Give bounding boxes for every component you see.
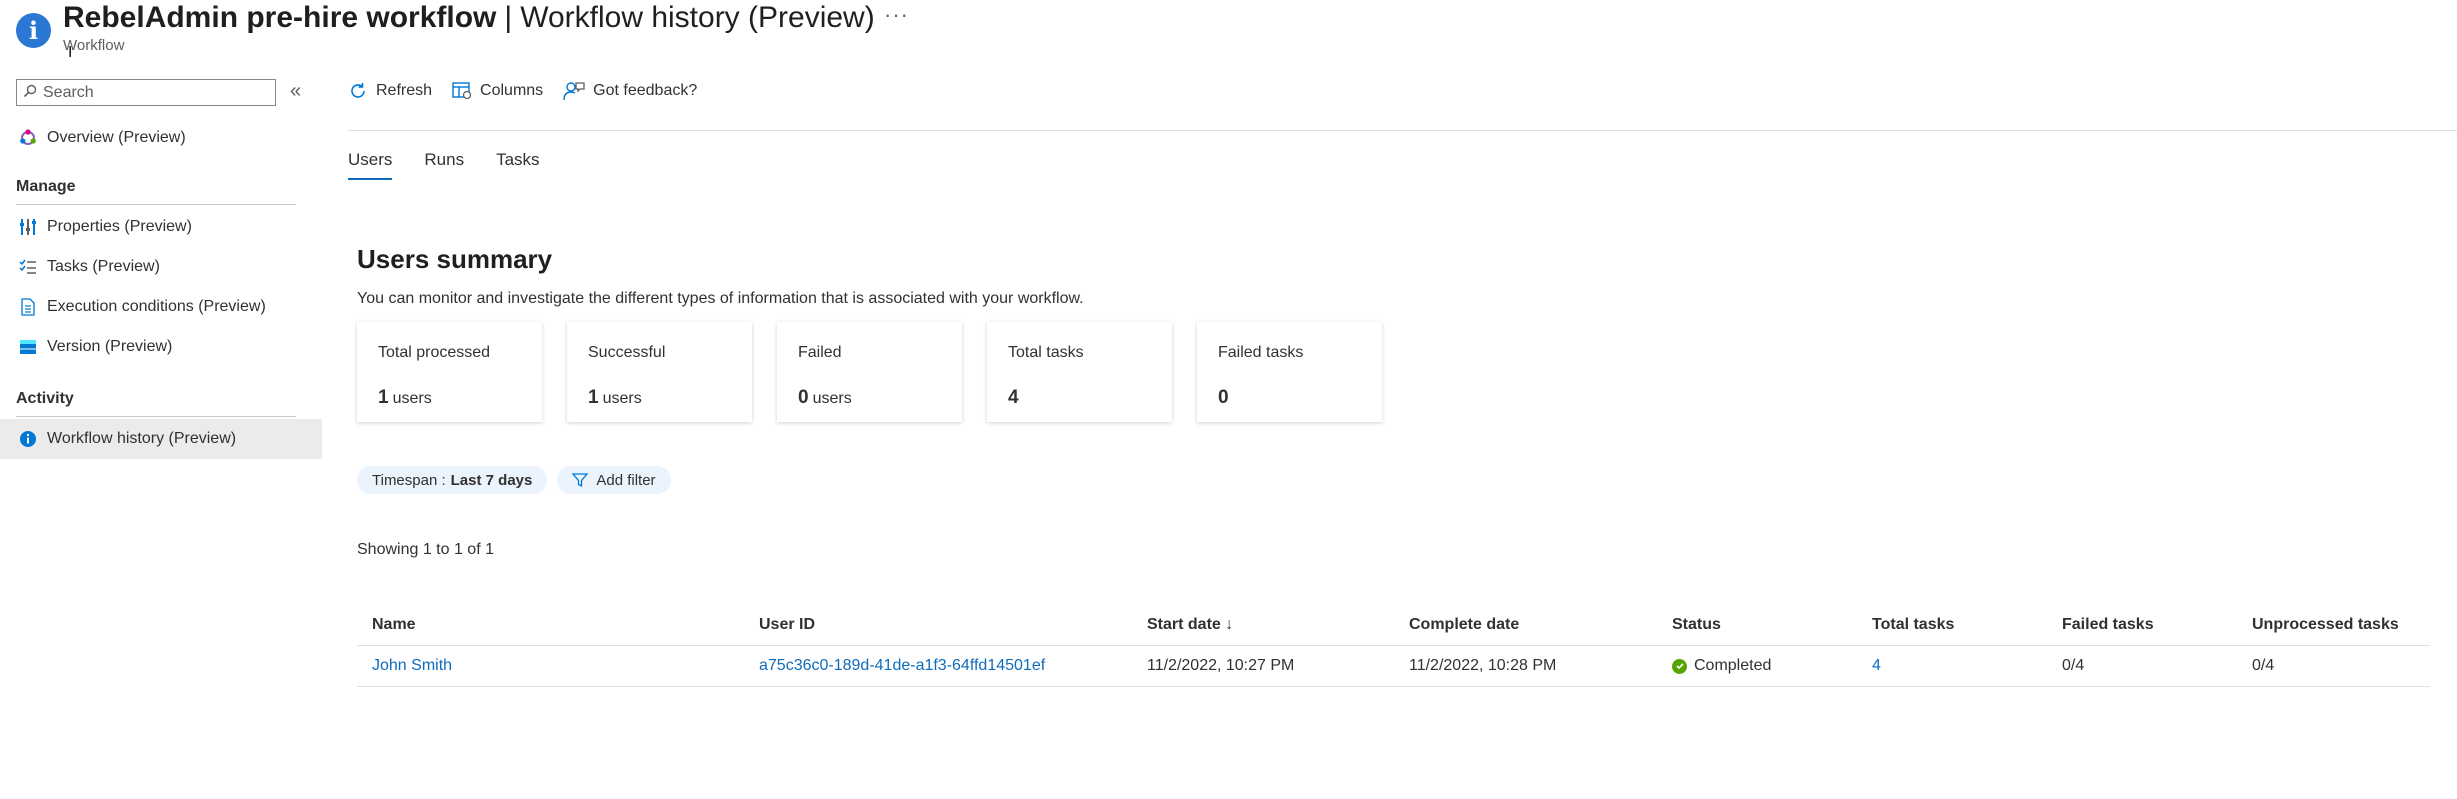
tab-bar: Users Runs Tasks xyxy=(348,150,572,180)
card-value: 4 xyxy=(1008,387,1019,408)
sidebar-item-execution-conditions[interactable]: Execution conditions (Preview) xyxy=(0,287,322,327)
column-header-status[interactable]: Status xyxy=(1672,605,1721,645)
sidebar-item-label: Properties (Preview) xyxy=(47,218,192,235)
card-value: 1 users xyxy=(588,387,642,408)
command-bar: Refresh Columns Got feedback? xyxy=(348,76,717,106)
card-value: 0 xyxy=(1218,387,1229,408)
collapse-sidebar-button[interactable]: « xyxy=(290,80,301,103)
title-separator: | xyxy=(504,1,513,34)
failed-tasks-cell: 0/4 xyxy=(2062,657,2085,674)
section-activity: Activity xyxy=(16,390,74,407)
page-name: Workflow history (Preview) xyxy=(520,1,875,34)
user-id-link[interactable]: a75c36c0-189d-41de-a1f3-64ffd14501ef xyxy=(759,657,1045,675)
section-divider xyxy=(16,416,296,417)
add-filter-button[interactable]: Add filter xyxy=(557,466,671,494)
card-label: Total tasks xyxy=(1008,344,1084,361)
refresh-label: Refresh xyxy=(376,82,433,99)
search-icon xyxy=(17,84,43,102)
sidebar-item-version[interactable]: Version (Preview) xyxy=(0,327,322,367)
sidebar-item-overview[interactable]: Overview (Preview) xyxy=(0,118,322,158)
columns-icon xyxy=(452,82,472,100)
feedback-icon xyxy=(563,81,585,101)
info-icon: i xyxy=(16,13,51,48)
refresh-icon xyxy=(348,81,368,101)
table-header: Name User ID Start date ↓ Complete date … xyxy=(357,605,2430,646)
summary-description: You can monitor and investigate the diff… xyxy=(357,290,1084,307)
timespan-label: Timespan : xyxy=(372,471,446,489)
card-failed-tasks: Failed tasks 0 xyxy=(1197,322,1382,422)
column-header-user-id[interactable]: User ID xyxy=(759,605,815,645)
more-options-button[interactable]: ··· xyxy=(884,2,909,28)
version-icon xyxy=(15,339,41,355)
column-header-name[interactable]: Name xyxy=(372,605,416,645)
sidebar-item-label: Overview (Preview) xyxy=(47,129,186,146)
sidebar-item-label: Tasks (Preview) xyxy=(47,258,160,275)
tab-tasks[interactable]: Tasks xyxy=(496,150,539,180)
column-header-total-tasks[interactable]: Total tasks xyxy=(1872,605,1954,645)
column-header-complete-date[interactable]: Complete date xyxy=(1409,605,1519,645)
results-count: Showing 1 to 1 of 1 xyxy=(357,541,494,558)
resource-name: RebelAdmin pre-hire workflow xyxy=(63,1,497,34)
summary-cards: Total processed 1 users Successful 1 users… xyxy=(357,322,1407,422)
overview-icon xyxy=(15,128,41,148)
sidebar-item-tasks[interactable]: Tasks (Preview) xyxy=(0,247,322,287)
properties-icon xyxy=(15,218,41,236)
check-circle-icon xyxy=(1672,658,1687,674)
feedback-label: Got feedback? xyxy=(593,82,698,99)
sidebar-item-label: Execution conditions (Preview) xyxy=(47,298,266,315)
card-total-tasks: Total tasks 4 xyxy=(987,322,1172,422)
card-value: 0 users xyxy=(798,387,852,408)
timespan-filter-pill[interactable]: Timespan : Last 7 days xyxy=(357,466,548,494)
toolbar-divider xyxy=(348,130,2457,131)
summary-title: Users summary xyxy=(357,244,553,274)
card-successful: Successful 1 users xyxy=(567,322,752,422)
card-total-processed: Total processed 1 users xyxy=(357,322,542,422)
sidebar-item-properties[interactable]: Properties (Preview) xyxy=(0,207,322,247)
users-table: Name User ID Start date ↓ Complete date … xyxy=(357,605,2430,687)
search-box[interactable] xyxy=(16,79,276,106)
sidebar-item-label: Version (Preview) xyxy=(47,338,173,355)
search-input[interactable] xyxy=(43,83,263,102)
column-header-start-date[interactable]: Start date ↓ xyxy=(1147,605,1233,645)
total-tasks-link[interactable]: 4 xyxy=(1872,657,1881,675)
document-icon xyxy=(15,298,41,316)
user-name-link[interactable]: John Smith xyxy=(372,657,452,675)
filter-pills: Timespan : Last 7 days Add filter xyxy=(357,466,681,494)
tab-runs[interactable]: Runs xyxy=(424,150,464,180)
page-title: RebelAdmin pre-hire workflow | Workflow hi… xyxy=(63,0,875,36)
tab-users[interactable]: Users xyxy=(348,150,393,180)
sidebar: « Overview (Preview) Manage Properties (… xyxy=(0,70,322,799)
text-cursor-icon: I xyxy=(68,44,73,61)
card-label: Failed xyxy=(798,344,842,361)
card-failed: Failed 0 users xyxy=(777,322,962,422)
sidebar-item-label: Workflow history (Preview) xyxy=(47,430,237,447)
table-row: John Smith a75c36c0-189d-41de-a1f3-64ffd… xyxy=(357,646,2430,687)
complete-date-cell: 11/2/2022, 10:28 PM xyxy=(1409,657,1557,674)
columns-button[interactable]: Columns xyxy=(452,82,543,100)
feedback-button[interactable]: Got feedback? xyxy=(563,81,697,101)
section-divider xyxy=(16,204,296,205)
column-header-unprocessed-tasks[interactable]: Unprocessed tasks xyxy=(2252,605,2399,645)
filter-icon xyxy=(572,472,589,488)
tasks-icon xyxy=(15,259,41,275)
card-value: 1 users xyxy=(378,387,432,408)
card-label: Failed tasks xyxy=(1218,344,1304,361)
timespan-value: Last 7 days xyxy=(450,471,533,489)
add-filter-label: Add filter xyxy=(596,471,656,489)
info-icon xyxy=(15,430,41,448)
refresh-button[interactable]: Refresh xyxy=(348,81,432,101)
columns-label: Columns xyxy=(480,82,544,99)
start-date-cell: 11/2/2022, 10:27 PM xyxy=(1147,657,1295,674)
unprocessed-tasks-cell: 0/4 xyxy=(2252,657,2275,674)
sidebar-item-workflow-history[interactable]: Workflow history (Preview) xyxy=(0,419,322,459)
section-manage: Manage xyxy=(16,178,76,195)
status-cell: Completed xyxy=(1672,646,1771,686)
page-header: i RebelAdmin pre-hire workflow | Workflow … xyxy=(0,0,2457,70)
column-header-failed-tasks[interactable]: Failed tasks xyxy=(2062,605,2154,645)
status-text: Completed xyxy=(1694,657,1772,674)
card-label: Total processed xyxy=(378,344,491,361)
card-label: Successful xyxy=(588,344,666,361)
